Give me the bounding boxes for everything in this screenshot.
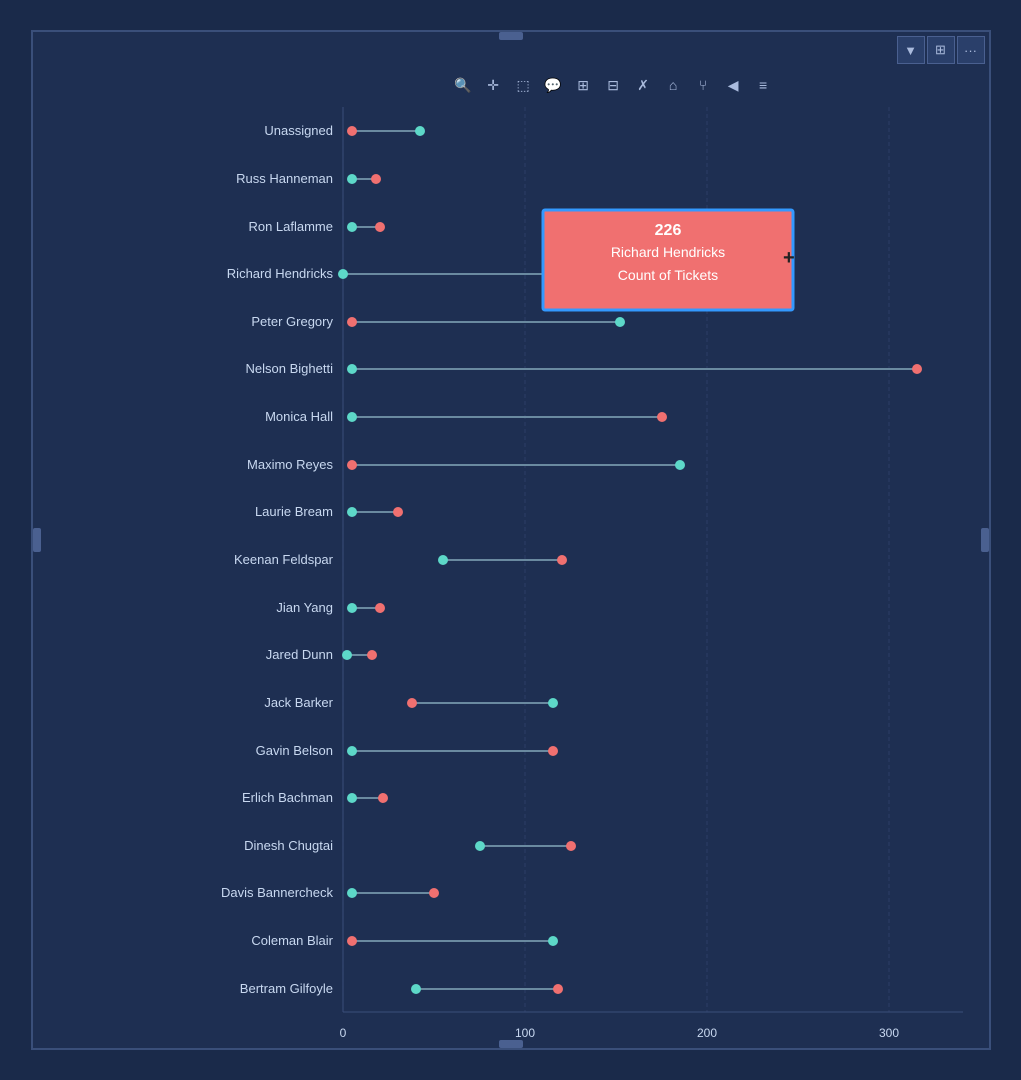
dot — [438, 555, 448, 565]
svg-text:100: 100 — [514, 1026, 534, 1040]
dot — [347, 793, 357, 803]
row-label-keenan: Keenan Feldspar — [233, 552, 333, 567]
zoom-icon[interactable]: 🔍 — [450, 72, 476, 98]
tooltip-name: Richard Hendricks — [610, 244, 724, 260]
comment-icon[interactable]: 💬 — [540, 72, 566, 98]
row-label-erlich: Erlich Bachman — [241, 790, 332, 805]
row-label-russ: Russ Hanneman — [236, 171, 333, 186]
dot — [415, 126, 425, 136]
remove-icon[interactable]: ⊟ — [600, 72, 626, 98]
dot — [347, 603, 357, 613]
dot — [393, 507, 403, 517]
home-icon[interactable]: ⌂ — [660, 72, 686, 98]
dot — [347, 222, 357, 232]
crosshair-icon: + — [783, 247, 795, 269]
menu-icon[interactable]: ≡ — [750, 72, 776, 98]
dot — [615, 317, 625, 327]
row-label-monica: Monica Hall — [265, 409, 333, 424]
fork-icon[interactable]: ⑂ — [690, 72, 716, 98]
dot — [347, 460, 357, 470]
svg-text:0: 0 — [339, 1026, 346, 1040]
dot — [407, 698, 417, 708]
dot — [548, 698, 558, 708]
dot — [557, 555, 567, 565]
dot — [347, 936, 357, 946]
dot — [375, 222, 385, 232]
dot — [371, 174, 381, 184]
dot — [475, 841, 485, 851]
row-label-bertram: Bertram Gilfoyle — [239, 981, 332, 996]
row-label-davis: Davis Bannercheck — [221, 885, 333, 900]
dot — [657, 412, 667, 422]
dot — [347, 746, 357, 756]
dot — [912, 364, 922, 374]
row-label-jian: Jian Yang — [276, 600, 333, 615]
move-icon[interactable]: ✛ — [480, 72, 506, 98]
dot — [347, 364, 357, 374]
dot — [367, 650, 377, 660]
tooltip-metric: Count of Tickets — [617, 267, 717, 283]
row-label-nelson: Nelson Bighetti — [245, 361, 333, 376]
dot — [548, 746, 558, 756]
dot — [338, 269, 348, 279]
svg-text:200: 200 — [696, 1026, 716, 1040]
row-label-gavin: Gavin Belson — [255, 743, 332, 758]
dot — [566, 841, 576, 851]
row-label-jack: Jack Barker — [264, 695, 333, 710]
dot — [675, 460, 685, 470]
cross-icon[interactable]: ✗ — [630, 72, 656, 98]
dot — [375, 603, 385, 613]
filter-button[interactable]: ▼ — [897, 36, 925, 64]
row-label-maximo: Maximo Reyes — [247, 457, 333, 472]
row-label-jared: Jared Dunn — [265, 647, 332, 662]
dot — [553, 984, 563, 994]
top-toolbar: ▼ ⊞ ··· — [893, 32, 989, 68]
add-icon[interactable]: ⊞ — [570, 72, 596, 98]
dot — [347, 126, 357, 136]
dot — [411, 984, 421, 994]
chart-svg: .row-text { fill: #c8d8f0; font-size: 13… — [33, 32, 989, 1048]
row-label-unassigned: Unassigned — [264, 123, 333, 138]
dot — [378, 793, 388, 803]
row-label-coleman: Coleman Blair — [251, 933, 333, 948]
chart-toolbar: 🔍 ✛ ⬚ 💬 ⊞ ⊟ ✗ ⌂ ⑂ ◀ ≡ — [442, 68, 784, 102]
dot — [347, 412, 357, 422]
chart-container: ▼ ⊞ ··· 🔍 ✛ ⬚ 💬 ⊞ ⊟ ✗ ⌂ ⑂ ◀ ≡ .row-text … — [31, 30, 991, 1050]
select-rect-icon[interactable]: ⬚ — [510, 72, 536, 98]
dot — [342, 650, 352, 660]
grid-button[interactable]: ⊞ — [927, 36, 955, 64]
dot — [347, 507, 357, 517]
dot — [347, 174, 357, 184]
dot — [347, 888, 357, 898]
row-label-richard: Richard Hendricks — [226, 266, 333, 281]
more-button[interactable]: ··· — [957, 36, 985, 64]
dot — [429, 888, 439, 898]
dot — [347, 317, 357, 327]
arrow-icon[interactable]: ◀ — [720, 72, 746, 98]
row-label-laurie: Laurie Bream — [254, 504, 332, 519]
svg-text:300: 300 — [878, 1026, 898, 1040]
row-label-peter: Peter Gregory — [251, 314, 333, 329]
row-label-dinesh: Dinesh Chugtai — [244, 838, 333, 853]
row-label-ron: Ron Laflamme — [248, 219, 333, 234]
dot — [548, 936, 558, 946]
tooltip-value: 226 — [654, 222, 681, 239]
